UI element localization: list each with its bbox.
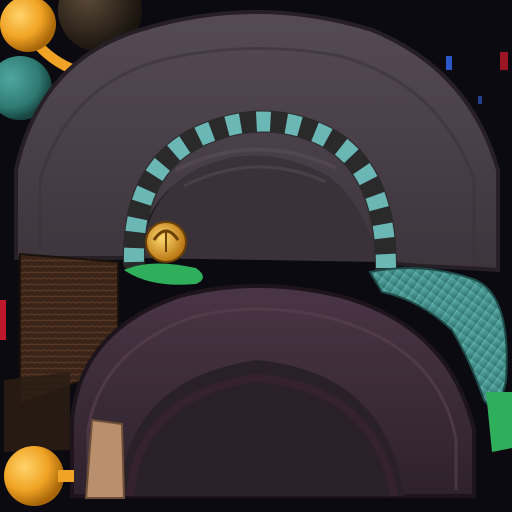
- orange-bead: [4, 446, 64, 506]
- tan-patch: [84, 418, 126, 499]
- texture-atlas-canvas: [0, 0, 512, 506]
- orange-bead: [0, 0, 56, 52]
- upper-hood-panel: [14, 10, 500, 273]
- gold-bolt: [145, 221, 187, 263]
- green-leaf: [124, 263, 203, 285]
- lower-hood-panel: [70, 284, 476, 498]
- bead-cluster-bottom-left: [4, 446, 74, 506]
